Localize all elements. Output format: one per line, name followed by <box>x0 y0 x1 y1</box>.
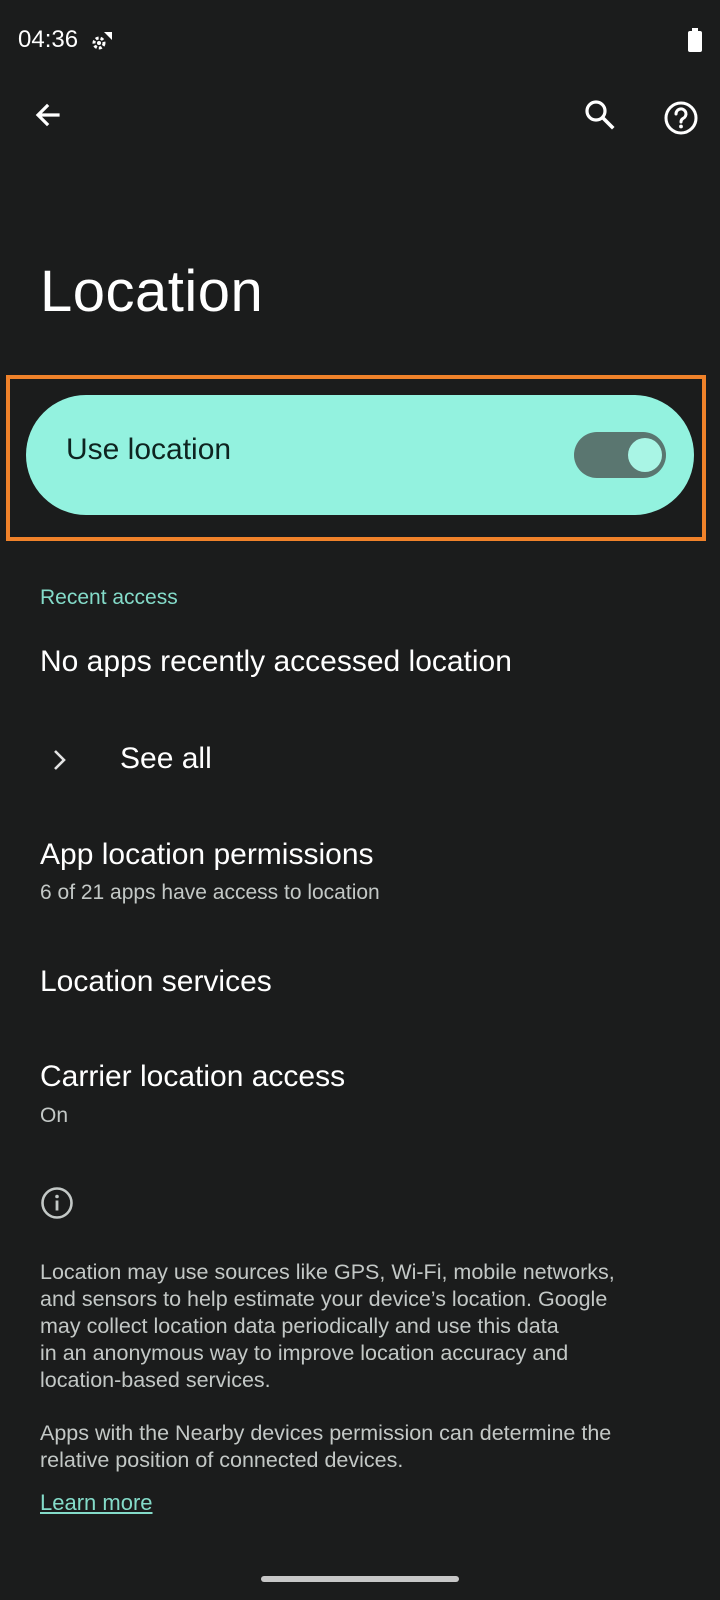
nearby-devices-info-text: Apps with the Nearby devices permission … <box>40 1420 680 1474</box>
footer-line: may collect location data periodically a… <box>40 1314 559 1338</box>
learn-more-link[interactable]: Learn more <box>40 1490 153 1516</box>
use-location-label: Use location <box>66 433 232 466</box>
row-subtitle: On <box>40 1104 69 1127</box>
status-time: 04:36 <box>18 26 79 53</box>
use-location-toggle[interactable] <box>574 432 666 478</box>
footer-line: in an anonymous way to improve location … <box>40 1341 569 1365</box>
toggle-thumb <box>628 438 662 472</box>
location-info-text: Location may use sources like GPS, Wi-Fi… <box>40 1259 680 1394</box>
row-title: Carrier location access <box>40 1060 346 1093</box>
footer-line: and sensors to help estimate your device… <box>40 1287 608 1311</box>
info-icon <box>41 1187 73 1219</box>
home-gesture-bar[interactable] <box>261 1576 459 1582</box>
no-recent-apps-text: No apps recently accessed location <box>40 645 512 678</box>
see-all-label: See all <box>120 742 212 775</box>
help-icon[interactable] <box>659 96 703 140</box>
recent-access-header: Recent access <box>40 586 178 609</box>
settings-notification-icon <box>92 32 112 50</box>
footer-line: relative position of connected devices. <box>40 1448 404 1472</box>
footer-line: Apps with the Nearby devices permission … <box>40 1421 612 1445</box>
chevron-right-icon <box>54 750 66 770</box>
page-title: Location <box>40 259 264 324</box>
footer-line: Location may use sources like GPS, Wi-Fi… <box>40 1260 615 1284</box>
footer-line: location-based services. <box>40 1368 271 1392</box>
row-title: Location services <box>40 965 272 998</box>
battery-icon <box>688 28 702 52</box>
row-title: App location permissions <box>40 838 374 871</box>
back-arrow-icon[interactable] <box>28 96 68 136</box>
row-subtitle: 6 of 21 apps have access to location <box>40 881 380 904</box>
search-icon[interactable] <box>580 96 620 136</box>
use-location-switch-row[interactable]: Use location <box>26 395 694 515</box>
